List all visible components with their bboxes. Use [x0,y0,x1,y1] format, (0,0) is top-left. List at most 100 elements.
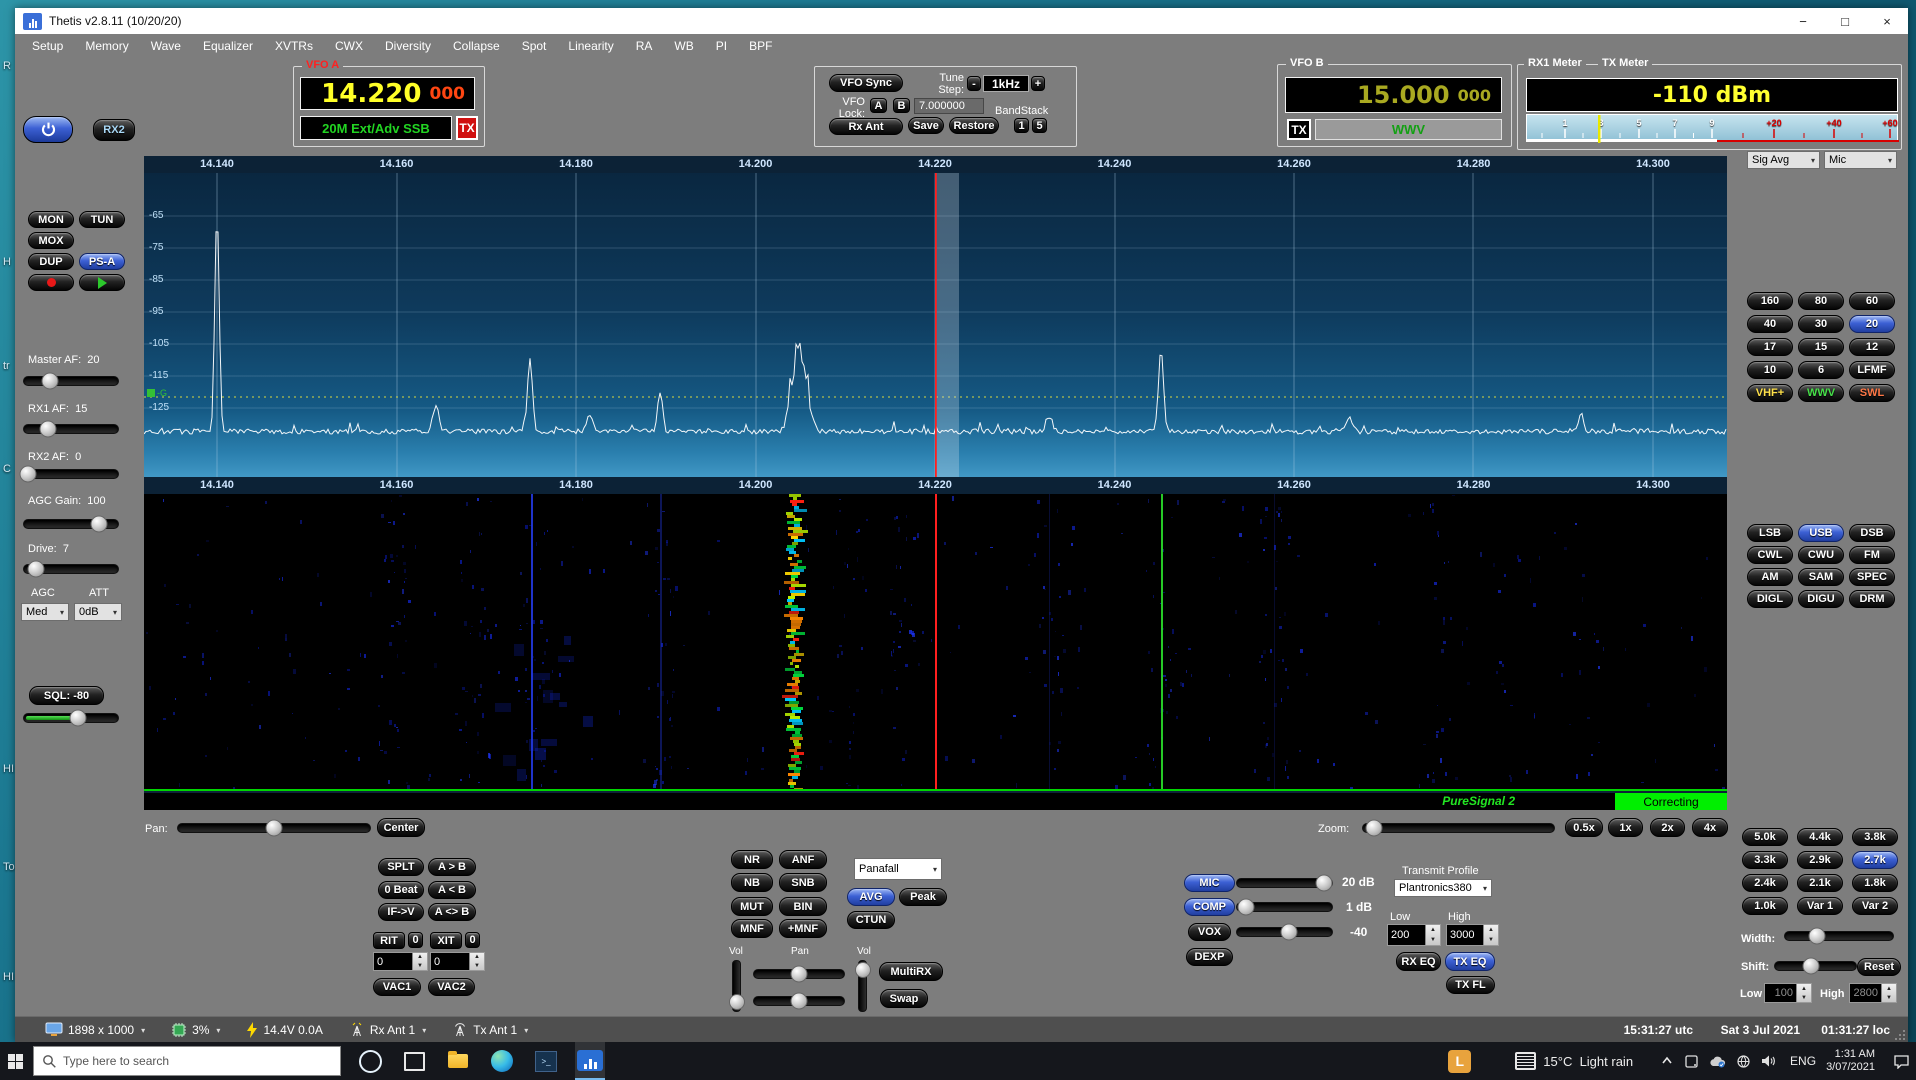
thetis-taskbar-button[interactable] [575,1042,605,1080]
filter-button-1.8k[interactable]: 1.8k [1852,874,1898,892]
menu-item-ra[interactable]: RA [625,39,664,53]
filter-button-2.1k[interactable]: 2.1k [1797,874,1843,892]
a-to-b-button[interactable]: A > B [428,858,476,876]
rx1-af-slider[interactable] [23,424,119,434]
mic-button[interactable]: MIC [1184,874,1235,892]
rx2-af-slider[interactable] [23,469,119,479]
record-button[interactable] [28,274,74,291]
menu-item-bpf[interactable]: BPF [738,39,783,53]
filter-button-2.9k[interactable]: 2.9k [1797,851,1843,869]
vox-button[interactable]: VOX [1188,923,1231,941]
vac2-button[interactable]: VAC2 [428,978,475,996]
vac1-button[interactable]: VAC1 [373,978,421,996]
spectrum-display[interactable]: -G -65-75-85-95-105-115-125 [144,173,1727,477]
rit-spinner[interactable]: 0▲▼ [373,952,428,971]
meter-mode-dropdown[interactable]: Sig Avg▾ [1747,151,1820,169]
taskbar-clock[interactable]: 1:31 AM 3/07/2021 [1826,1048,1875,1074]
mode-button-digl[interactable]: DIGL [1747,590,1793,608]
file-explorer-button[interactable] [443,1042,473,1080]
agc-mode-dropdown[interactable]: Med▾ [21,603,69,621]
zero-beat-button[interactable]: 0 Beat [378,881,424,899]
onedrive-tray-icon[interactable] [1709,1055,1726,1068]
nr-button[interactable]: NR [731,850,773,869]
step-down-button[interactable]: - [967,76,981,91]
vfo-a-frequency[interactable]: 14.220 000 [300,77,475,110]
filter-button-2.4k[interactable]: 2.4k [1742,874,1788,892]
mode-button-drm[interactable]: DRM [1849,590,1895,608]
sql-button[interactable]: SQL: -80 [29,686,104,705]
drive-slider[interactable] [23,564,119,574]
mode-button-usb[interactable]: USB [1798,524,1844,542]
menu-item-diversity[interactable]: Diversity [374,39,442,53]
mode-button-cwl[interactable]: CWL [1747,546,1793,564]
vfo-b-frequency[interactable]: 15.000 000 [1285,77,1502,113]
att-dropdown[interactable]: 0dB▾ [74,603,122,621]
mon-button[interactable]: MON [28,211,74,228]
master-af-slider[interactable] [23,376,119,386]
b-to-a-button[interactable]: A < B [428,881,476,899]
waterfall-display[interactable] [144,494,1727,789]
mox-button[interactable]: MOX [28,232,74,249]
menu-item-setup[interactable]: Setup [21,39,74,53]
avg-button[interactable]: AVG [847,888,895,906]
device-tray-icon[interactable] [1684,1054,1699,1069]
tx-meter-mode-dropdown[interactable]: Mic▾ [1824,151,1897,169]
zoom-1x-button[interactable]: 1x [1608,818,1643,837]
lock-a-button[interactable]: A [870,98,887,113]
filter-width-slider[interactable] [1784,931,1894,941]
band-button-10[interactable]: 10 [1747,361,1793,379]
filter-button-3.3k[interactable]: 3.3k [1742,851,1788,869]
pinned-app-l-icon[interactable]: L [1448,1050,1471,1073]
filter-low-spinner[interactable]: 100▲▼ [1764,983,1812,1003]
close-button[interactable]: × [1866,8,1908,34]
xit-spinner[interactable]: 0▲▼ [430,952,485,971]
filter-button-var-2[interactable]: Var 2 [1852,897,1898,915]
sql-slider[interactable] [23,713,119,723]
menu-item-memory[interactable]: Memory [74,39,139,53]
ctun-button[interactable]: CTUN [847,911,895,929]
zoom-0-5x-button[interactable]: 0.5x [1565,818,1603,837]
action-center-button[interactable] [1893,1054,1910,1069]
tx-high-spinner[interactable]: 3000▲▼ [1446,924,1499,946]
tx-eq-button[interactable]: TX EQ [1445,952,1495,971]
filter-shift-slider[interactable] [1774,961,1857,971]
band-button-80[interactable]: 80 [1798,292,1844,310]
plus-mnf-button[interactable]: +MNF [779,919,827,938]
rx2-pan-slider[interactable] [753,996,845,1006]
xit-zero-button[interactable]: 0 [465,932,480,948]
band-button-15[interactable]: 15 [1798,338,1844,356]
mode-button-dsb[interactable]: DSB [1849,524,1895,542]
rit-zero-button[interactable]: 0 [408,932,423,948]
rx-antenna-selector[interactable]: Rx Ant 1▾ [349,1022,426,1038]
rx1-pan-slider[interactable] [753,969,845,979]
menu-item-linearity[interactable]: Linearity [557,39,624,53]
start-button[interactable] [0,1042,30,1080]
cpu-usage[interactable]: 3%▾ [171,1022,220,1038]
rx1-vol-slider[interactable] [732,960,741,1012]
rx-eq-button[interactable]: RX EQ [1396,952,1441,971]
display-resolution[interactable]: 1898 x 1000▾ [45,1022,145,1038]
task-view-button[interactable] [399,1042,429,1080]
mode-button-cwu[interactable]: CWU [1798,546,1844,564]
comp-slider[interactable] [1236,902,1333,912]
band-button-lfmf[interactable]: LFMF [1849,361,1895,379]
play-button[interactable] [79,274,125,291]
mode-button-digu[interactable]: DIGU [1798,590,1844,608]
tx-fl-button[interactable]: TX FL [1446,976,1495,994]
peak-button[interactable]: Peak [899,888,947,906]
bandstack-1-button[interactable]: 1 [1014,118,1029,133]
restore-button[interactable]: Restore [949,117,999,134]
band-button-30[interactable]: 30 [1798,315,1844,333]
center-button[interactable]: Center [377,818,425,837]
split-button[interactable]: SPLT [378,858,424,876]
mode-button-am[interactable]: AM [1747,568,1793,586]
bandstack-5-button[interactable]: 5 [1032,118,1047,133]
filter-button-var-1[interactable]: Var 1 [1797,897,1843,915]
panadapter-display[interactable]: 14.14014.16014.18014.20014.22014.24014.2… [144,156,1727,810]
language-indicator[interactable]: ENG [1790,1054,1816,1068]
vfo-b-tx-indicator[interactable]: TX [1287,119,1311,140]
dexp-button[interactable]: DEXP [1186,948,1233,966]
nb-button[interactable]: NB [731,873,773,892]
filter-button-3.8k[interactable]: 3.8k [1852,828,1898,846]
zoom-2x-button[interactable]: 2x [1650,818,1685,837]
